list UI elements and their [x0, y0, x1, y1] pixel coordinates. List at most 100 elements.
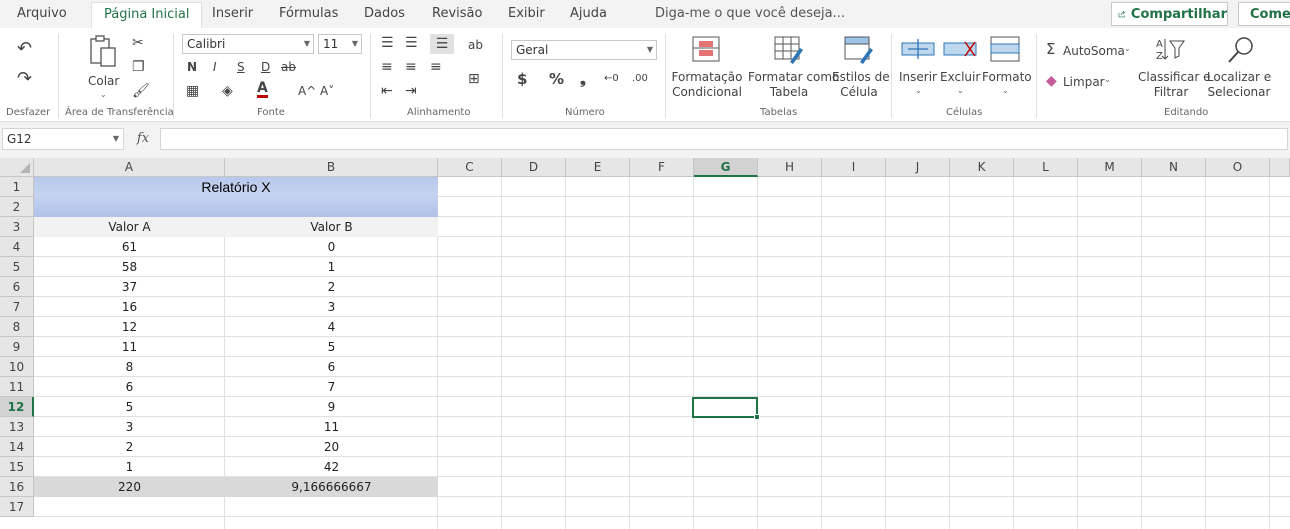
- clear-button[interactable]: ◆ Limpar ⌄: [1046, 74, 1136, 92]
- cell-a12[interactable]: 5: [34, 397, 225, 417]
- currency-button[interactable]: $: [517, 72, 527, 87]
- cell-a13[interactable]: 3: [34, 417, 225, 437]
- formula-input[interactable]: [160, 128, 1288, 150]
- increase-decimal-icon[interactable]: ←0: [604, 72, 619, 86]
- cell-b12[interactable]: 9: [225, 397, 438, 417]
- strikethrough-button[interactable]: ab: [281, 60, 296, 74]
- row-header-9[interactable]: 9: [0, 337, 34, 357]
- tab-formulas[interactable]: Fórmulas: [279, 6, 338, 21]
- cell-a10[interactable]: 8: [34, 357, 225, 377]
- cell-a7[interactable]: 16: [34, 297, 225, 317]
- column-header-a[interactable]: A: [34, 158, 225, 177]
- row-header-10[interactable]: 10: [0, 357, 34, 377]
- align-left-icon[interactable]: ≡: [381, 60, 393, 74]
- header-valor-b[interactable]: Valor B: [225, 217, 438, 237]
- thousands-button[interactable]: ❟: [580, 72, 586, 87]
- cell-b7[interactable]: 3: [225, 297, 438, 317]
- row-header-1[interactable]: 1: [0, 177, 34, 197]
- comments-button[interactable]: Comentários: [1238, 2, 1290, 26]
- column-header-b[interactable]: B: [225, 158, 438, 177]
- font-name-dropdown[interactable]: Calibri ▼: [182, 34, 314, 54]
- column-header-c[interactable]: C: [438, 158, 502, 177]
- column-header-d[interactable]: D: [502, 158, 566, 177]
- format-cells-button[interactable]: Formato ⌄: [982, 36, 1032, 102]
- percent-button[interactable]: %: [549, 72, 564, 87]
- row-header-8[interactable]: 8: [0, 317, 34, 337]
- tab-pagina-inicial[interactable]: Página Inicial: [91, 2, 203, 28]
- tab-exibir[interactable]: Exibir: [508, 6, 545, 21]
- share-button[interactable]: Compartilhar: [1111, 2, 1228, 26]
- paste-dropdown-icon[interactable]: ⌄: [100, 90, 107, 99]
- wrap-text-icon[interactable]: ab: [468, 38, 483, 52]
- delete-cells-button[interactable]: Excluir ⌄: [940, 36, 980, 102]
- select-all-button[interactable]: [0, 158, 34, 177]
- format-painter-icon[interactable]: 🖌: [132, 84, 150, 98]
- cell-a4[interactable]: 61: [34, 237, 225, 257]
- cell-a5[interactable]: 58: [34, 257, 225, 277]
- column-header-e[interactable]: E: [566, 158, 630, 177]
- find-select-button[interactable]: Localizar e Selecionar: [1204, 36, 1274, 102]
- italic-button[interactable]: I: [213, 60, 217, 74]
- decrease-indent-icon[interactable]: ⇤: [381, 84, 393, 98]
- cell-b13[interactable]: 11: [225, 417, 438, 437]
- cell-b5[interactable]: 1: [225, 257, 438, 277]
- row-header-7[interactable]: 7: [0, 297, 34, 317]
- fill-handle[interactable]: [754, 414, 760, 420]
- column-header-j[interactable]: J: [886, 158, 950, 177]
- selected-cell-g12[interactable]: [692, 397, 760, 420]
- decrease-decimal-icon[interactable]: .00: [632, 72, 648, 86]
- autosum-button[interactable]: Σ AutoSoma ⌄: [1046, 42, 1136, 60]
- row-header-4[interactable]: 4: [0, 237, 34, 257]
- tab-revisao[interactable]: Revisão: [432, 6, 482, 21]
- underline-button[interactable]: S: [237, 60, 245, 74]
- column-header-k[interactable]: K: [950, 158, 1014, 177]
- align-top-icon[interactable]: ☰: [381, 36, 394, 50]
- cell-b4[interactable]: 0: [225, 237, 438, 257]
- name-box[interactable]: G12 ▼: [2, 128, 124, 150]
- header-valor-a[interactable]: Valor A: [34, 217, 225, 237]
- align-center-icon[interactable]: ≡: [405, 60, 417, 74]
- tell-me-search[interactable]: Diga-me o que você deseja...: [655, 6, 845, 21]
- insert-function-icon[interactable]: fx: [130, 128, 156, 150]
- cell-b8[interactable]: 4: [225, 317, 438, 337]
- row-header-16[interactable]: 16: [0, 477, 34, 497]
- cell-styles-button[interactable]: Estilos de Célula: [832, 36, 890, 102]
- tab-ajuda[interactable]: Ajuda: [570, 6, 607, 21]
- column-header-g[interactable]: G: [694, 158, 758, 177]
- sort-filter-button[interactable]: AZ Classificar e Filtrar: [1138, 36, 1211, 102]
- double-underline-button[interactable]: D: [261, 60, 270, 74]
- borders-icon[interactable]: ▦: [186, 84, 199, 98]
- cell-a11[interactable]: 6: [34, 377, 225, 397]
- report-title[interactable]: Relatório X: [34, 177, 438, 217]
- column-header-i[interactable]: I: [822, 158, 886, 177]
- column-header-n[interactable]: N: [1142, 158, 1206, 177]
- redo-icon[interactable]: ↷: [17, 70, 32, 88]
- total-valor-b[interactable]: 9,166666667: [225, 477, 438, 497]
- cell-b11[interactable]: 7: [225, 377, 438, 397]
- row-header-2[interactable]: 2: [0, 197, 34, 217]
- cell-a9[interactable]: 11: [34, 337, 225, 357]
- format-as-table-button[interactable]: Formatar como Tabela: [748, 36, 839, 102]
- tab-arquivo[interactable]: Arquivo: [17, 6, 67, 21]
- font-size-dropdown[interactable]: 11 ▼: [318, 34, 362, 54]
- column-header-l[interactable]: L: [1014, 158, 1078, 177]
- fill-color-icon[interactable]: ◈: [222, 84, 233, 98]
- column-header-h[interactable]: H: [758, 158, 822, 177]
- font-color-icon[interactable]: A: [257, 81, 268, 98]
- row-header-11[interactable]: 11: [0, 377, 34, 397]
- increase-indent-icon[interactable]: ⇥: [405, 84, 417, 98]
- row-header-17[interactable]: 17: [0, 497, 34, 517]
- tab-inserir[interactable]: Inserir: [212, 6, 253, 21]
- align-right-icon[interactable]: ≡: [430, 60, 442, 74]
- row-header-6[interactable]: 6: [0, 277, 34, 297]
- undo-icon[interactable]: ↶: [17, 40, 32, 58]
- copy-icon[interactable]: ❐: [132, 60, 145, 74]
- tab-dados[interactable]: Dados: [364, 6, 405, 21]
- cell-b10[interactable]: 6: [225, 357, 438, 377]
- merge-center-icon[interactable]: ⊞: [468, 72, 480, 86]
- cell-b15[interactable]: 42: [225, 457, 438, 477]
- row-header-14[interactable]: 14: [0, 437, 34, 457]
- row-header-13[interactable]: 13: [0, 417, 34, 437]
- cut-icon[interactable]: ✂: [132, 36, 144, 50]
- number-format-dropdown[interactable]: Geral ▼: [511, 40, 657, 60]
